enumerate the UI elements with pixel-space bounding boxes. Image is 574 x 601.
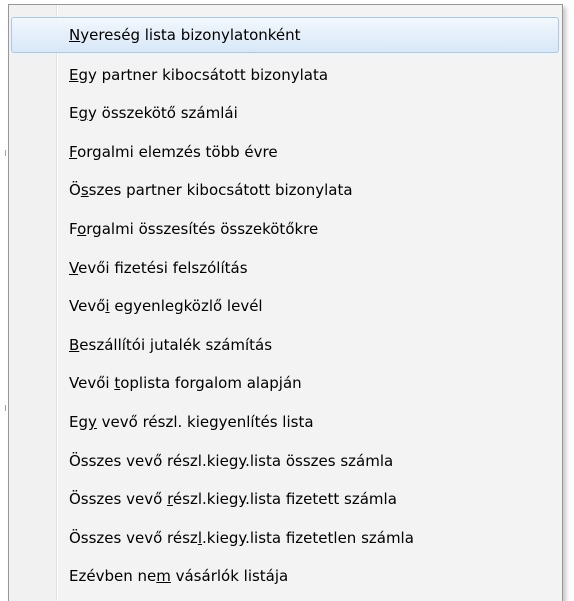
menu-item-accelerator-key: s <box>80 181 89 200</box>
menu-item-label-text: rgalmi összesítés összekötőkre <box>86 220 319 238</box>
menu-item[interactable]: Beszállítói jutalék számítás <box>11 327 559 363</box>
menu-item-label-text: eszállítói jutalék számítás <box>79 335 273 354</box>
menu-item-label: Nyereség lista bizonylatonként <box>69 17 301 53</box>
menu-item-label-text: Összes vevő részl.kiegy.lista összes szá… <box>69 451 394 470</box>
menu-item-label-text: F <box>69 220 78 238</box>
menu-item-accelerator-key: N <box>69 26 81 44</box>
menu-item[interactable]: Egy vevő részl. kiegyenlítés lista <box>11 404 559 440</box>
menu-item-label-text: Ezévben ne <box>69 567 157 586</box>
menu-item[interactable]: Egy összekötő számlái <box>11 95 559 131</box>
background-window-edge <box>5 405 6 411</box>
menu-item-label: Vevői fizetési felszólítás <box>69 250 248 286</box>
menu-item[interactable]: Egy partner kibocsátott bizonylata <box>11 57 559 93</box>
menu-item-label-text: Összes vevő <box>69 490 168 509</box>
menu-item-accelerator-key: m <box>156 567 171 586</box>
menu-item-label-text: Ö <box>69 181 81 200</box>
menu-item-label-text: y összekötő számlái <box>88 104 238 123</box>
menu-item-label: Egy összekötő számlái <box>69 95 238 131</box>
menu-item-label-text: Vevő <box>69 297 106 316</box>
menu-item-label-text: észl.kiegy.lista fizetett számla <box>172 490 397 509</box>
menu-item-label-text: Összes vevő rész <box>69 528 198 547</box>
menu-item-label: Összes vevő részl.kiegy.lista fizetetlen… <box>69 520 414 556</box>
menu-item-accelerator-key: g <box>78 104 89 123</box>
background-window-edge <box>5 150 6 156</box>
menu-item-label: Forgalmi összesítés összekötőkre <box>69 211 318 247</box>
menu-item[interactable]: Vevői egyenlegközlő levél <box>11 288 559 324</box>
menu-item-label: Vevői toplista forgalom alapján <box>69 365 302 401</box>
menu-item-label-text: Eg <box>69 413 88 431</box>
menu-item-accelerator-key: F <box>69 142 78 161</box>
menu-item-label: Összes vevő részl.kiegy.lista összes szá… <box>69 443 393 479</box>
menu-item-label-text: yereség lista bizonylatonként <box>80 26 301 44</box>
menu-item-accelerator-key: B <box>69 335 80 354</box>
menu-item-label: Egy partner kibocsátott bizonylata <box>69 57 328 93</box>
menu-item-label-text: oplista forgalom alapján <box>120 374 302 393</box>
menu-item[interactable]: Forgalmi összesítés összekötőkre <box>11 211 559 247</box>
menu-item[interactable]: Forgalmi elemzés több évre <box>11 134 559 170</box>
menu-item-label: Összes vevő részl.kiegy.lista fizetett s… <box>69 481 397 517</box>
menu-item-label-text: vevő részl. kiegyenlítés lista <box>96 413 314 431</box>
menu-item-label: Vevői egyenlegközlő levél <box>69 288 263 324</box>
menu-item-label-text: egyenlegközlő levél <box>109 297 263 316</box>
screen: Nyereség lista bizonylatonként Egy partne… <box>0 0 574 601</box>
menu-item-label-text: gy partner kibocsátott bizonylata <box>78 65 329 84</box>
menu-item[interactable]: Összes vevő részl.kiegy.lista összes szá… <box>11 443 559 479</box>
menu-item-accelerator-key: o <box>77 220 87 238</box>
menu-item-label-text: evői fizetési felszólítás <box>78 258 248 277</box>
menu-item-label-text: Vevői <box>69 374 115 393</box>
menu-item[interactable]: Nyereség lista bizonylatonként <box>11 17 559 53</box>
menu-item-label-text: .kiegy.lista fizetetlen számla <box>201 528 414 547</box>
menu-item-accelerator-key: V <box>69 258 79 277</box>
menu-item[interactable]: Vevői fizetési felszólítás <box>11 250 559 286</box>
menu-item[interactable]: Ezévben nem vásárlók listája <box>11 558 559 594</box>
menu-item-label-text: vásárlók listája <box>170 567 289 586</box>
menu-item-label: Ezévben nem vásárlók listája <box>69 558 288 594</box>
menu-item[interactable]: Vevői toplista forgalom alapján <box>11 365 559 401</box>
menu-item-label: Összes partner kibocsátott bizonylata <box>69 172 353 208</box>
context-menu: Nyereség lista bizonylatonként Egy partne… <box>8 4 563 601</box>
menu-item[interactable]: Összes partner kibocsátott bizonylata <box>11 172 559 208</box>
menu-item-label: Forgalmi elemzés több évre <box>69 134 278 170</box>
menu-item-accelerator-key: y <box>88 413 97 431</box>
menu-item-label-text: orgalmi elemzés több évre <box>77 142 278 161</box>
menu-item[interactable]: Összes vevő részl.kiegy.lista fizetett s… <box>11 481 559 517</box>
menu-item-label-text: szes partner kibocsátott bizonylata <box>88 181 353 200</box>
menu-item[interactable]: Összes vevő részl.kiegy.lista fizetetlen… <box>11 520 559 556</box>
menu-item-label: Egy vevő részl. kiegyenlítés lista <box>69 404 314 440</box>
menu-item-label: Beszállítói jutalék számítás <box>69 327 272 363</box>
